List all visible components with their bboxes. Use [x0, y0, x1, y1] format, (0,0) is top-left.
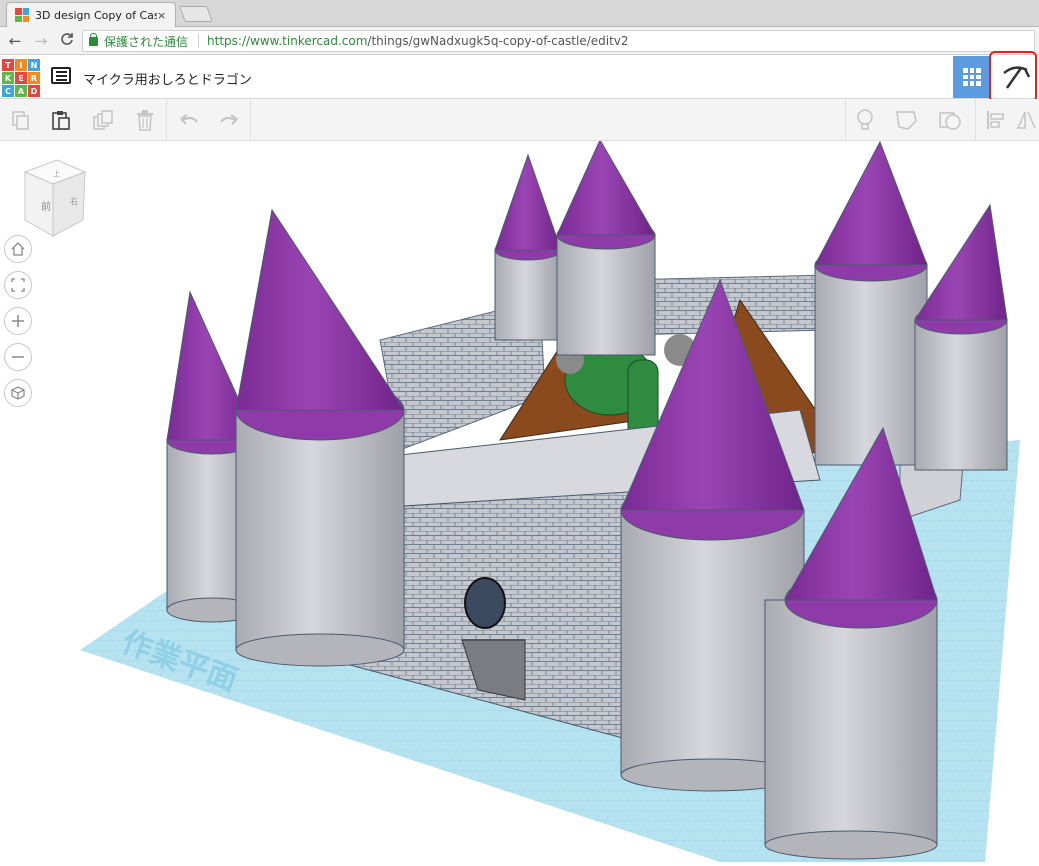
browser-address-row: ← → 保護された通信 https://www.tinkercad.com /t…: [0, 27, 1039, 55]
url-host: https://www.tinkercad.com: [207, 34, 368, 48]
fit-view-icon[interactable]: [4, 271, 32, 299]
delete-icon[interactable]: [132, 107, 158, 133]
tower-front-left[interactable]: [235, 208, 405, 667]
castle-scene: 作業平面: [80, 141, 1020, 862]
url-divider: [198, 34, 200, 48]
reload-icon[interactable]: [56, 32, 78, 50]
ortho-view-icon[interactable]: [4, 379, 32, 407]
toolbar-divider: [250, 99, 251, 140]
logo-letter: C: [2, 85, 14, 97]
view-cube[interactable]: 前 上 右: [17, 158, 87, 238]
viewcube-front-label: 前: [41, 200, 51, 213]
logo-letter: A: [15, 85, 27, 97]
tower-back-right[interactable]: [814, 141, 928, 466]
secure-label: 保護された通信: [104, 34, 189, 49]
3d-design-view-button[interactable]: [953, 56, 991, 98]
tower-far-right[interactable]: [914, 203, 1008, 471]
tab-title: 3D design Copy of Castle: [35, 8, 157, 22]
mirror-icon[interactable]: [1013, 107, 1039, 133]
shape-icon[interactable]: [937, 107, 963, 133]
logo-letter: K: [2, 72, 14, 84]
browser-tabbar: 3D design Copy of Castle ×: [0, 0, 1039, 27]
copy-icon[interactable]: [8, 107, 34, 133]
logo-letter: E: [15, 72, 27, 84]
back-icon[interactable]: ←: [4, 32, 26, 50]
highlight-frame: [989, 51, 1037, 103]
tower-back-left[interactable]: [494, 153, 562, 341]
home-view-icon[interactable]: [4, 235, 32, 263]
note-icon[interactable]: [893, 107, 919, 133]
tinkercad-logo[interactable]: TIN KER CAD: [2, 59, 40, 97]
edit-toolbar: [0, 99, 1039, 141]
tab-close-icon[interactable]: ×: [157, 9, 171, 22]
grid-icon: [963, 68, 981, 86]
design-list-icon[interactable]: [51, 67, 71, 84]
redo-icon[interactable]: [216, 107, 242, 133]
logo-letter: D: [28, 85, 40, 97]
align-icon[interactable]: [982, 107, 1008, 133]
browser-tab[interactable]: 3D design Copy of Castle ×: [6, 2, 176, 27]
logo-letter: R: [28, 72, 40, 84]
paste-icon[interactable]: [48, 107, 74, 133]
forward-icon[interactable]: →: [30, 32, 52, 50]
design-title[interactable]: マイクラ用おしろとドラゴン: [83, 69, 252, 88]
duplicate-icon[interactable]: [90, 107, 116, 133]
viewcube-top-label: 上: [53, 169, 60, 178]
lightbulb-icon[interactable]: [852, 107, 878, 133]
zoom-out-icon[interactable]: [4, 343, 32, 371]
3d-viewport[interactable]: 作業平面 前 上 右: [0, 141, 1039, 866]
undo-icon[interactable]: [176, 107, 202, 133]
logo-letter: T: [2, 59, 14, 71]
new-tab-button[interactable]: [179, 6, 213, 22]
url-path: /things/gwNadxugk5q-copy-of-castle/editv…: [367, 34, 629, 48]
logo-letter: N: [28, 59, 40, 71]
tinkercad-favicon-icon: [15, 8, 29, 22]
url-field[interactable]: 保護された通信 https://www.tinkercad.com /thing…: [82, 30, 1035, 52]
logo-letter: I: [15, 59, 27, 71]
toolbar-divider: [975, 99, 976, 140]
lock-icon: [89, 32, 98, 46]
tower-back-center[interactable]: [556, 141, 656, 356]
viewcube-right-label: 右: [70, 196, 78, 206]
zoom-in-icon[interactable]: [4, 307, 32, 335]
toolbar-divider: [845, 99, 846, 140]
toolbar-divider: [166, 99, 167, 140]
shield-emblem: [464, 577, 506, 629]
